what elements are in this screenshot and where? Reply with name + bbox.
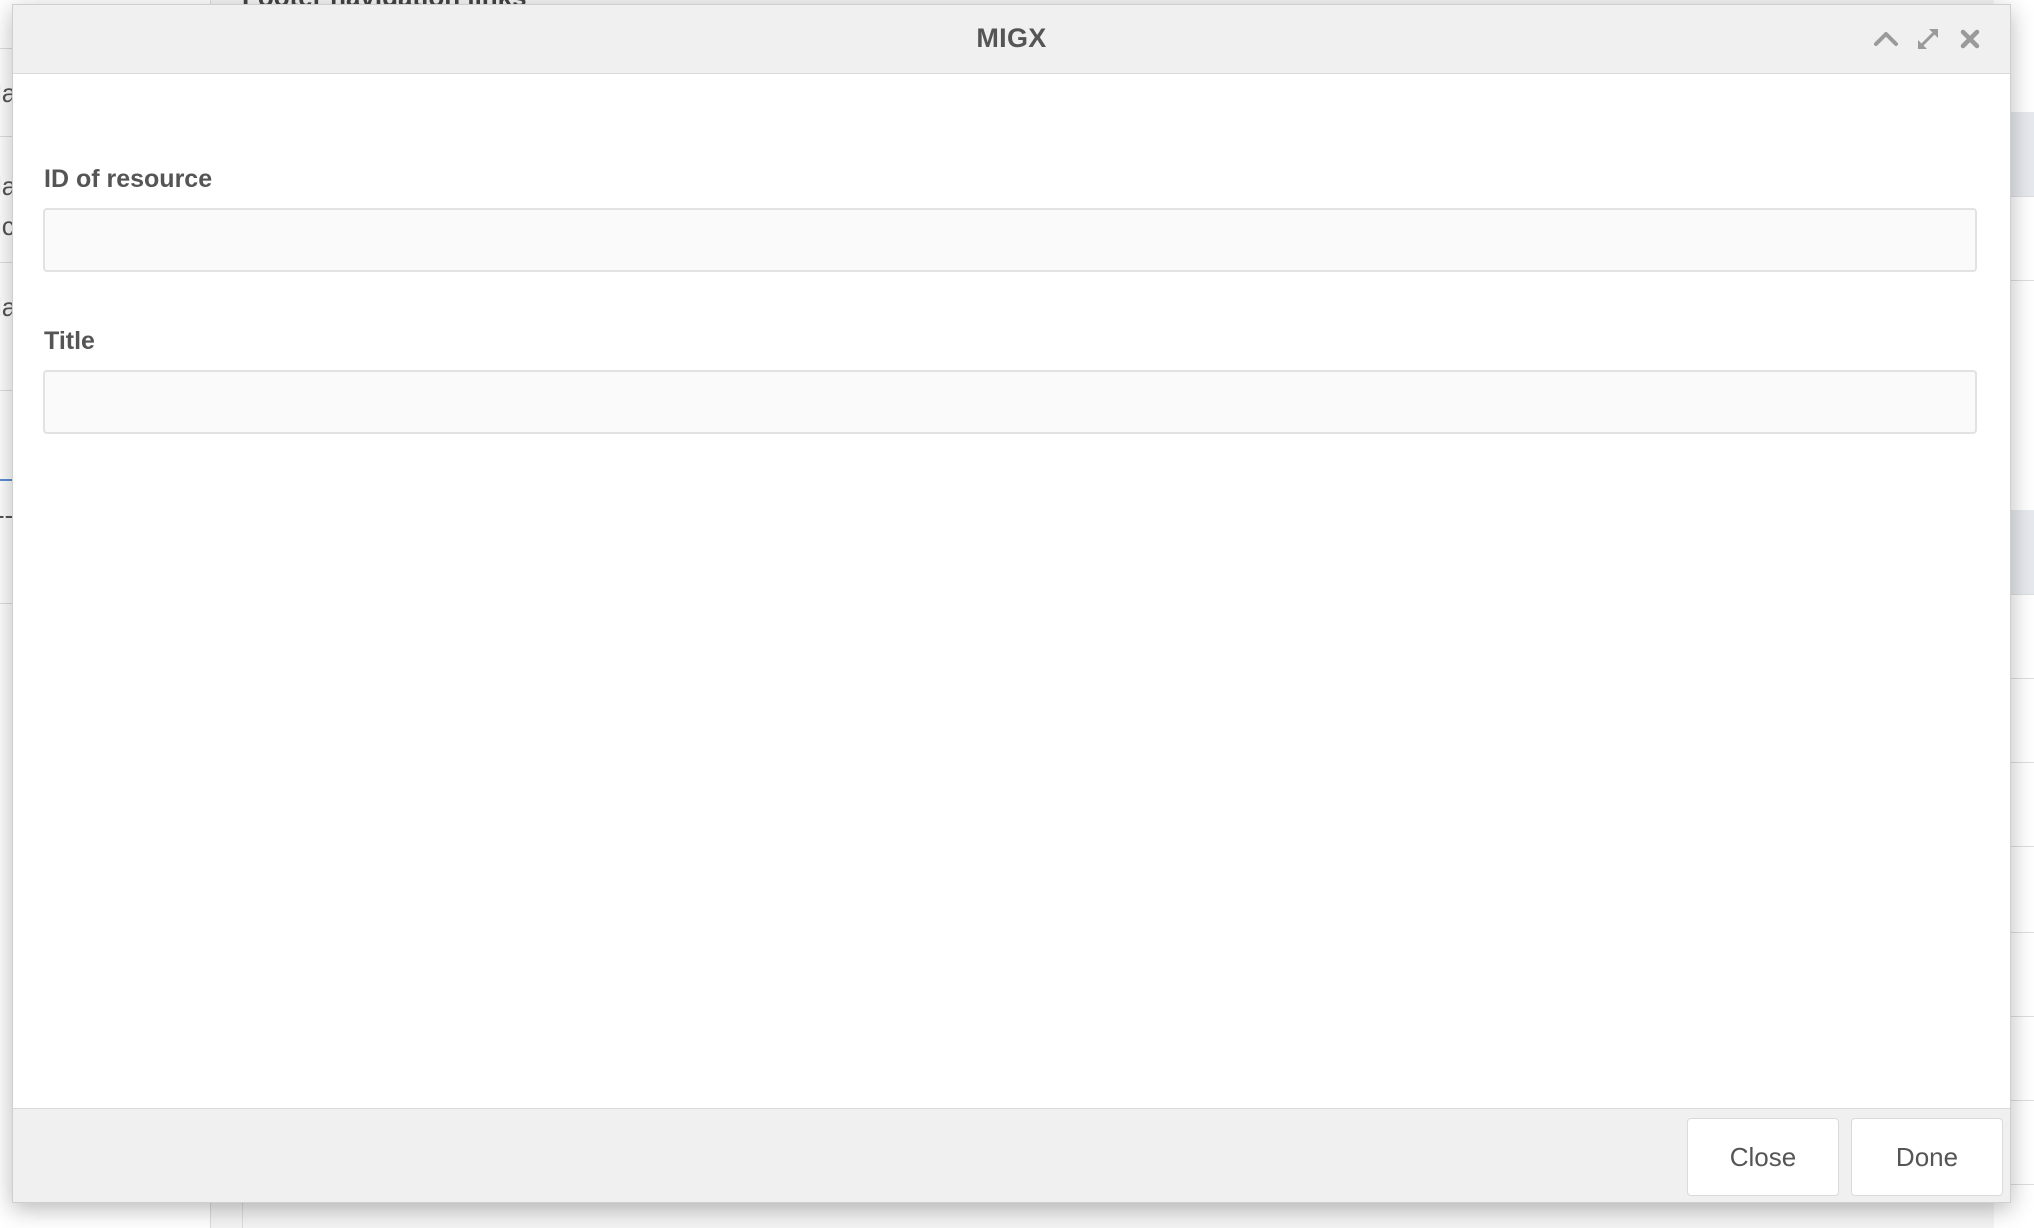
field-label: Title xyxy=(44,327,95,355)
modal-title: MIGX xyxy=(976,23,1047,53)
collapse-button[interactable] xyxy=(1872,25,1900,53)
modal-body: ID of resource Title xyxy=(13,74,2010,1109)
maximize-button[interactable] xyxy=(1914,25,1942,53)
expand-icon xyxy=(1918,29,1938,49)
migx-modal-window: MIGX ID of resource Title Close Done xyxy=(12,4,2011,1203)
window-tools xyxy=(1872,25,1984,53)
close-window-button[interactable] xyxy=(1956,25,1984,53)
title-input[interactable] xyxy=(43,370,1977,434)
done-button[interactable]: Done xyxy=(1851,1118,2003,1196)
close-icon xyxy=(1960,29,1980,49)
chevron-up-icon xyxy=(1874,32,1898,46)
id-of-resource-input[interactable] xyxy=(43,208,1977,272)
modal-footer: Close Done xyxy=(13,1108,2010,1202)
field-title: Title xyxy=(43,326,1977,434)
field-label: ID of resource xyxy=(44,165,213,193)
field-id-of-resource: ID of resource xyxy=(43,164,1977,272)
close-button[interactable]: Close xyxy=(1687,1118,1839,1196)
modal-header[interactable]: MIGX xyxy=(13,5,2010,74)
